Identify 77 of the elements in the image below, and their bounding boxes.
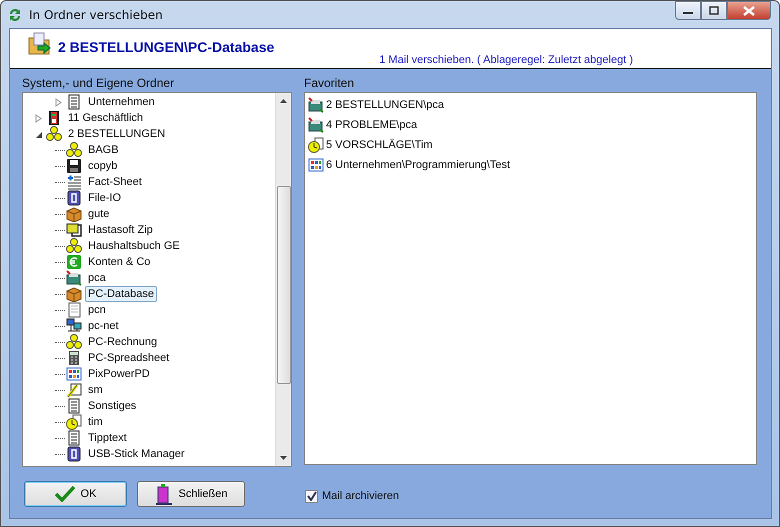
folder-item[interactable]: tim — [85, 414, 106, 430]
tray-icon — [66, 270, 82, 286]
folder-arrow-icon — [28, 32, 52, 56]
box-icon — [66, 206, 82, 222]
window-title: In Ordner verschieben — [29, 8, 163, 22]
doc-icon — [66, 430, 82, 446]
clock-icon — [308, 137, 324, 153]
folder-item[interactable]: Unternehmen — [85, 94, 158, 110]
maximize-button[interactable] — [701, 1, 727, 20]
folder-item[interactable]: Hastasoft Zip — [85, 222, 156, 238]
archive-checkbox[interactable] — [305, 490, 318, 502]
calc-icon — [66, 350, 82, 366]
folder-item[interactable]: 11 Geschäftlich — [65, 110, 146, 126]
favorite-item[interactable]: 5 VORSCHLÄGE\Tim — [326, 139, 433, 151]
favorites-label: Favoriten — [304, 75, 356, 92]
checkmark-icon — [54, 486, 75, 502]
folder-item[interactable]: PC-Rechnung — [85, 334, 160, 350]
archive-label: Mail archivieren — [322, 490, 400, 502]
folder-item[interactable]: Konten & Co — [85, 254, 154, 270]
tray-icon — [308, 117, 324, 133]
folder-item[interactable]: BAGB — [85, 142, 122, 158]
pen-icon — [66, 382, 82, 398]
coins-icon — [66, 238, 82, 254]
folder-item[interactable]: 2 BESTELLUNGEN — [65, 126, 168, 142]
folder-item[interactable]: PC-Spreadsheet — [85, 350, 172, 366]
folder-item[interactable]: gute — [85, 206, 112, 222]
ok-button[interactable]: OK — [24, 481, 127, 507]
page-icon — [66, 302, 82, 318]
app-icon — [66, 190, 82, 206]
minimize-button[interactable] — [675, 1, 701, 20]
box-icon — [66, 286, 82, 302]
folder-item[interactable]: Fact-Sheet — [85, 174, 145, 190]
folder-item[interactable]: pcn — [85, 302, 109, 318]
folder-item[interactable]: USB-Stick Manager — [85, 446, 188, 462]
coins-icon — [46, 126, 62, 142]
move-arrows-icon — [7, 6, 23, 22]
folder-item[interactable]: File-IO — [85, 190, 124, 206]
list-icon — [66, 174, 82, 190]
zip-icon — [66, 222, 82, 238]
folder-item[interactable]: pc-net — [85, 318, 122, 334]
scroll-down-icon[interactable] — [280, 456, 287, 460]
grid-icon — [308, 157, 324, 173]
grid-icon — [66, 366, 82, 382]
scroll-up-icon[interactable] — [280, 99, 287, 103]
folder-item[interactable]: copyb — [85, 158, 120, 174]
folder-item[interactable]: Sonstiges — [85, 398, 140, 414]
scrollbar[interactable] — [275, 93, 291, 466]
close-dialog-button[interactable]: Schließen — [137, 481, 245, 507]
expand-icon[interactable] — [35, 114, 43, 122]
collapse-icon[interactable] — [35, 130, 43, 138]
target-folder-title: 2 BESTELLUNGEN\PC-Database — [58, 39, 274, 55]
close-icon — [743, 6, 755, 16]
folder-item[interactable]: PixPowerPD — [85, 366, 153, 382]
move-info-text: 1 Mail verschieben. ( Ablageregel: Zuletzt abgelegt ) — [379, 54, 633, 66]
folder-item[interactable]: Haushaltsbuch GE — [85, 238, 183, 254]
clock-icon — [66, 414, 82, 430]
door-icon — [154, 483, 173, 505]
favorite-item[interactable]: 2 BESTELLUNGEN\pca — [326, 99, 444, 111]
folder-tree-label: System,- und Eigene Ordner — [22, 75, 176, 92]
binder-icon — [46, 110, 62, 126]
network-icon — [66, 318, 82, 334]
folder-item[interactable]: Tipptext — [85, 430, 130, 446]
folder-item[interactable]: PC-Database — [85, 286, 158, 302]
close-button[interactable] — [727, 1, 771, 20]
tray-icon — [308, 97, 324, 113]
folder-item[interactable]: pca — [85, 270, 109, 286]
favorite-item[interactable]: 4 PROBLEME\pca — [326, 119, 418, 131]
floppy-icon — [66, 158, 82, 174]
folder-item[interactable]: sm — [85, 382, 106, 398]
app-icon — [66, 446, 82, 462]
coins-icon — [66, 334, 82, 350]
favorite-item[interactable]: 6 Unternehmen\Programmierung\Test — [326, 159, 510, 171]
doc-icon — [66, 398, 82, 414]
euro-icon — [66, 254, 82, 270]
maximize-icon — [709, 6, 719, 15]
expand-icon[interactable] — [55, 98, 63, 106]
coins-icon — [66, 142, 82, 158]
